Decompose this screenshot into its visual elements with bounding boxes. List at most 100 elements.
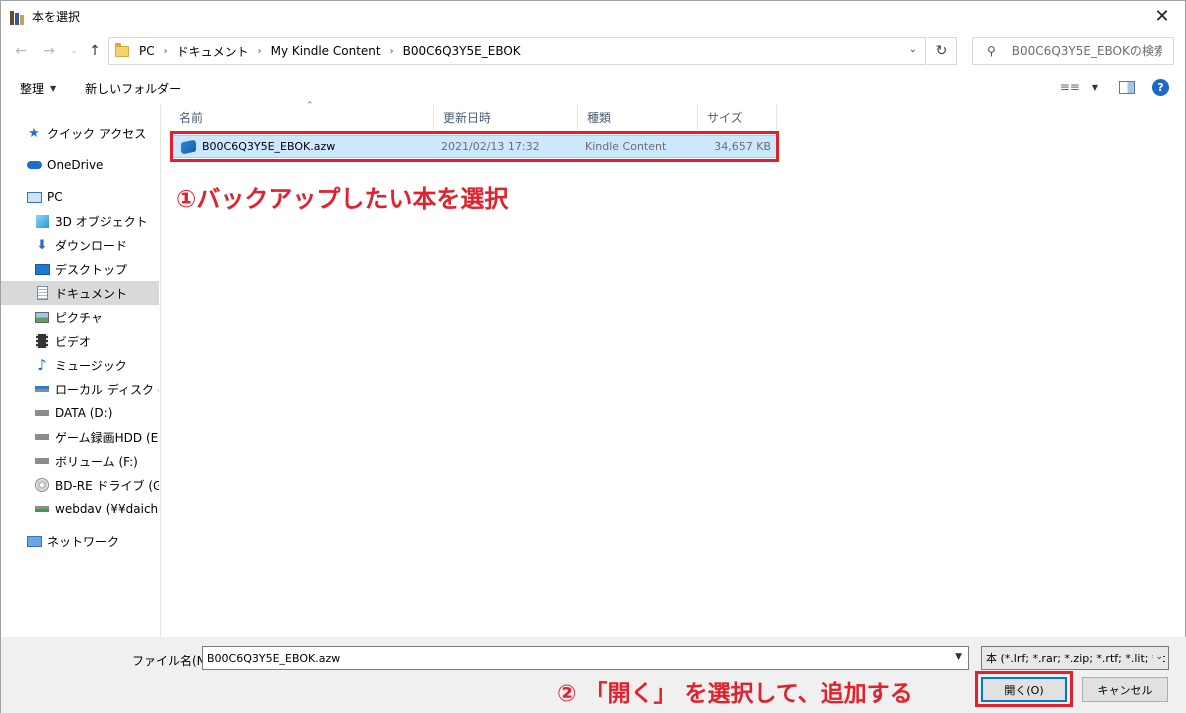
books-icon [10,9,26,25]
new-folder-button[interactable]: 新しいフォルダー [85,80,181,97]
drive-icon [34,429,50,445]
download-icon: ⬇ [36,237,48,253]
cube-icon [34,213,50,229]
forward-button[interactable]: → [38,40,60,62]
address-dropdown-icon[interactable]: ⌄ [909,44,917,55]
up-button[interactable]: ↑ [84,40,106,62]
arrow-up-icon: ↑ [89,43,101,59]
sidebar-item-network[interactable]: ネットワーク [1,529,159,553]
preview-pane-icon[interactable] [1119,81,1135,94]
new-folder-label: 新しいフォルダー [85,81,182,96]
search-input[interactable] [1011,44,1162,58]
organize-button[interactable]: 整理 ▼ [20,80,56,97]
recent-locations-button[interactable]: ⌄ [63,40,85,62]
help-button[interactable]: ? [1152,79,1169,96]
view-options-button[interactable]: ≡≡ ▼ [1060,80,1098,94]
sidebar-item-label: ミュージック [55,358,127,373]
arrow-right-icon: → [43,43,55,59]
command-bar: 整理 ▼ 新しいフォルダー ≡≡ ▼ ? [1,73,1185,103]
sidebar-item-label: webdav (¥¥daichi99 [55,502,159,516]
sidebar-item-music[interactable]: ♪ ミュージック [1,353,159,377]
sidebar-item-downloads[interactable]: ⬇ ダウンロード [1,233,159,257]
sidebar-item-label: 3D オブジェクト [55,214,148,229]
sort-ascending-icon: ⌃ [306,101,314,111]
chevron-down-icon[interactable]: ▼ [955,652,962,662]
title-bar: 本を選択 ✕ [1,1,1185,32]
sidebar-item-quick-access[interactable]: ★ クイック アクセス [1,121,159,145]
video-icon [34,333,50,349]
address-bar[interactable]: PC › ドキュメント › My Kindle Content › B00C6Q… [108,37,926,65]
sidebar-item-local-disk-c[interactable]: ローカル ディスク (C:) [1,377,159,401]
sidebar-item-label: DATA (D:) [55,406,113,420]
sidebar-item-documents[interactable]: ドキュメント [1,281,159,305]
annotation-step1: ①バックアップしたい本を選択 [176,185,509,213]
column-header-name[interactable]: 名前 ⌃ [170,101,434,130]
caret-down-icon: ▼ [1091,82,1098,92]
folder-icon [115,42,129,57]
caret-down-icon: ▼ [50,83,57,93]
star-icon: ★ [28,125,40,141]
sidebar-item-data-d[interactable]: DATA (D:) [1,401,159,425]
refresh-button[interactable]: ↻ [927,37,957,65]
help-icon: ? [1157,81,1164,94]
network-icon [26,533,42,549]
file-open-dialog: 本を選択 ✕ ← → ⌄ ↑ PC › ドキュメント › My Kindle C… [0,0,1186,713]
list-view-icon: ≡≡ [1059,80,1080,94]
column-header-modified[interactable]: 更新日時 [434,105,578,130]
sidebar-item-label: BD-RE ドライブ (G:) [55,478,159,493]
sidebar-item-label: ゲーム録画HDD (E:) [55,430,159,445]
sidebar-item-label: デスクトップ [55,262,128,277]
back-button[interactable]: ← [10,40,32,62]
sidebar-item-label: ピクチャ [55,310,103,325]
arrow-left-icon: ← [15,43,27,59]
search-box[interactable]: ⚲ [972,37,1174,65]
breadcrumb-pc[interactable]: PC [139,44,155,58]
sidebar-item-onedrive[interactable]: OneDrive [1,153,159,177]
chevron-down-icon: ⌄ [1153,652,1163,662]
chevron-right-icon[interactable]: › [258,46,262,57]
open-button-highlight-box [975,671,1073,707]
close-button[interactable]: ✕ [1139,1,1185,32]
desktop-icon [34,261,50,277]
close-icon: ✕ [1154,6,1170,27]
column-header-type[interactable]: 種類 [578,105,698,130]
sidebar-item-label: クイック アクセス [47,126,147,141]
sidebar-item-pictures[interactable]: ピクチャ [1,305,159,329]
window-title: 本を選択 [32,10,81,24]
annotation-step2: ② 「開く」 を選択して、追加する [557,681,913,707]
chevron-right-icon[interactable]: › [390,46,394,57]
filename-combobox[interactable]: ▼ [202,646,969,670]
address-row: ← → ⌄ ↑ PC › ドキュメント › My Kindle Content … [1,36,1185,66]
picture-icon [34,309,50,325]
search-icon: ⚲ [987,44,996,58]
sidebar-item-desktop[interactable]: デスクトップ [1,257,159,281]
cloud-icon [26,157,42,173]
sidebar-item-videos[interactable]: ビデオ [1,329,159,353]
filename-input[interactable] [203,647,933,669]
sidebar-item-game-hdd-e[interactable]: ゲーム録画HDD (E:) [1,425,159,449]
column-header-size[interactable]: サイズ [698,105,777,130]
refresh-icon: ↻ [935,43,948,59]
breadcrumb-kindle-content[interactable]: My Kindle Content [271,44,381,58]
sidebar-item-label: ダウンロード [55,238,128,253]
file-highlight-box [170,131,779,162]
sidebar-item-pc[interactable]: PC [1,185,159,209]
sidebar-item-label: ボリューム (F:) [55,454,138,469]
sidebar-item-volume-f[interactable]: ボリューム (F:) [1,449,159,473]
file-type-filter[interactable]: 本 (*.lrf; *.rar; *.zip; *.rtf; *.lit; *.… [981,646,1169,670]
navigation-pane: ★ クイック アクセス OneDrive PC 3D オブジェクト ⬇ ダウンロ… [1,105,161,637]
sidebar-item-label: OneDrive [47,158,104,172]
sidebar-item-webdav[interactable]: webdav (¥¥daichi99 [1,497,159,521]
breadcrumb-book-folder[interactable]: B00C6Q3Y5E_EBOK [403,44,521,58]
cancel-button[interactable]: キャンセル [1082,677,1168,702]
disc-icon [34,477,50,493]
sidebar-item-bd-re-g[interactable]: BD-RE ドライブ (G:) [1,473,159,497]
sidebar-item-3d-objects[interactable]: 3D オブジェクト [1,209,159,233]
breadcrumb-documents[interactable]: ドキュメント [177,43,249,60]
sidebar-item-label: ビデオ [55,334,92,349]
chevron-right-icon[interactable]: › [164,46,168,57]
sidebar-item-label: ローカル ディスク (C:) [55,382,159,397]
sidebar-item-label: PC [47,190,63,204]
sidebar-item-label: ネットワーク [47,534,120,549]
computer-icon [26,189,42,205]
